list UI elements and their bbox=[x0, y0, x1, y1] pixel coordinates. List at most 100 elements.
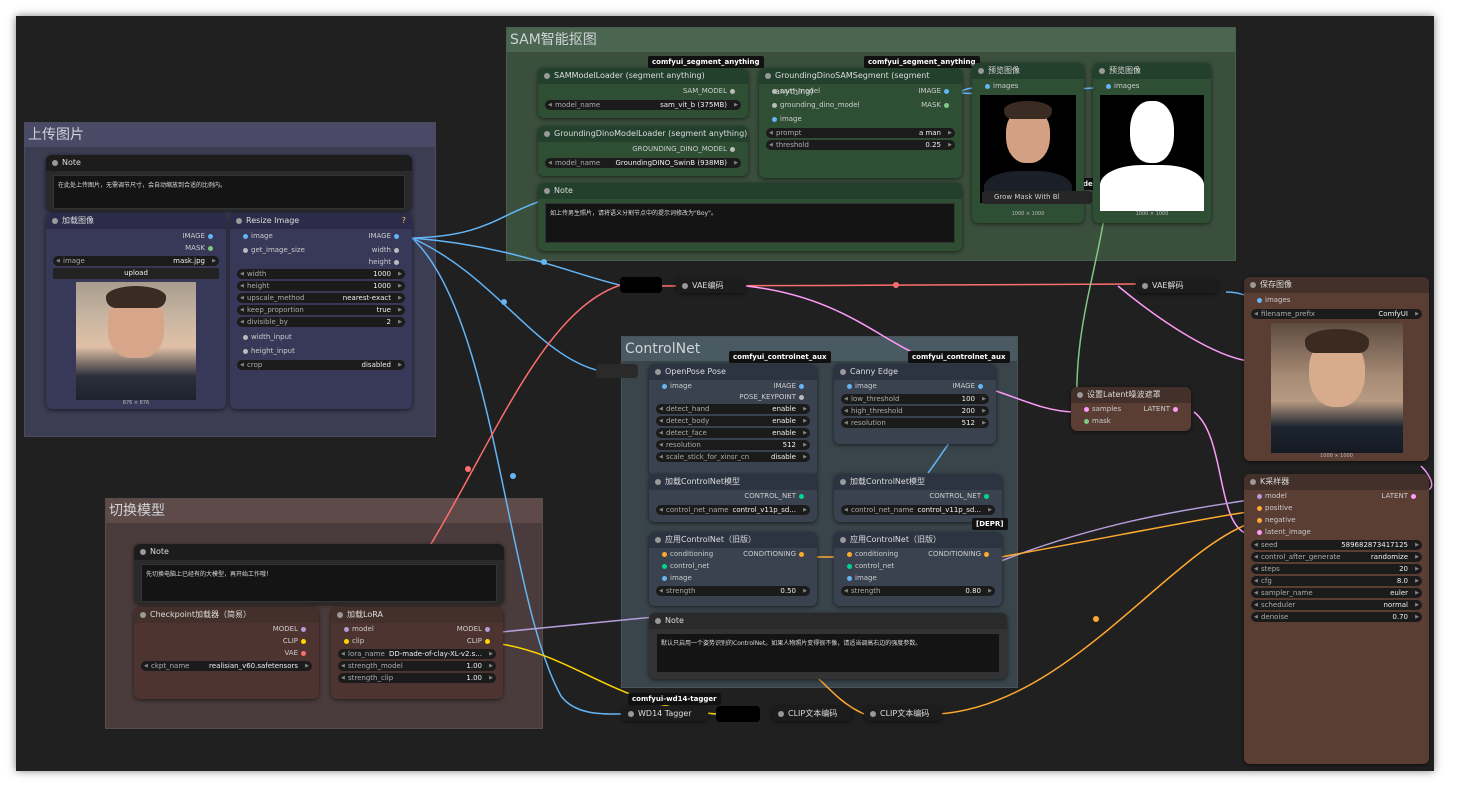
sam-model-name-widget[interactable]: model_namesam_vit_b (375MB) bbox=[545, 100, 741, 110]
high-threshold-widget[interactable]: high_threshold200 bbox=[841, 406, 989, 416]
output-pin[interactable] bbox=[944, 88, 949, 94]
upscale-method-widget[interactable]: upscale_methodnearest-exact bbox=[237, 293, 405, 303]
strength-clip-widget[interactable]: strength_clip1.00 bbox=[338, 673, 496, 683]
clip-text-encode-node[interactable]: CLIP文本编码 bbox=[864, 706, 942, 721]
denoise-widget[interactable]: denoise0.70 bbox=[1251, 612, 1422, 622]
checkpoint-loader-node[interactable]: Checkpoint加载器（简易） MODEL CLIP VAE ckpt_na… bbox=[134, 607, 319, 699]
input-pin[interactable] bbox=[344, 638, 349, 644]
note-node-controlnet[interactable]: Note 默认只启用一个姿势识别的ControlNet。如果人物照片变得很不像，… bbox=[649, 613, 1007, 679]
help-icon[interactable]: ? bbox=[402, 216, 406, 225]
vae-encode-node[interactable]: VAE编码 bbox=[676, 278, 746, 293]
upload-button[interactable]: upload bbox=[53, 268, 219, 279]
input-pin[interactable] bbox=[847, 383, 852, 389]
output-pin[interactable] bbox=[799, 394, 804, 400]
reroute-node[interactable] bbox=[596, 364, 638, 378]
input-pin[interactable] bbox=[662, 551, 667, 557]
note-node-switch-model[interactable]: Note 先切换电脑上已经有的大模型，再开始工作哦！ bbox=[134, 544, 504, 604]
sam-model-loader-node[interactable]: SAMModelLoader (segment anything) SAM_MO… bbox=[538, 68, 748, 118]
height-widget[interactable]: height1000 bbox=[237, 281, 405, 291]
reroute-node[interactable] bbox=[716, 706, 760, 722]
divisible-by-widget[interactable]: divisible_by2 bbox=[237, 317, 405, 327]
output-pin[interactable] bbox=[301, 638, 306, 644]
load-controlnet-node[interactable]: 加载ControlNet模型 CONTROL_NET control_net_n… bbox=[834, 474, 1002, 522]
output-pin[interactable] bbox=[799, 493, 804, 499]
controlnet-name-widget[interactable]: control_net_namecontrol_v11p_sd... bbox=[841, 505, 995, 515]
input-pin[interactable] bbox=[243, 348, 248, 354]
output-pin[interactable] bbox=[1173, 406, 1178, 412]
apply-controlnet-node[interactable]: 应用ControlNet（旧版） conditioning CONDITIONIN… bbox=[649, 532, 817, 606]
output-pin[interactable] bbox=[978, 383, 983, 389]
note-text[interactable]: 在此处上传图片，无需调节尺寸，会自动缩放到合适的比例内。 bbox=[53, 175, 405, 209]
input-pin[interactable] bbox=[662, 575, 667, 581]
resolution-widget[interactable]: resolution512 bbox=[841, 418, 989, 428]
scheduler-widget[interactable]: schedulernormal bbox=[1251, 600, 1422, 610]
detect-face-widget[interactable]: detect_faceenable bbox=[656, 428, 810, 438]
keep-proportion-toggle[interactable]: keep_proportiontrue bbox=[237, 305, 405, 315]
output-pin[interactable] bbox=[394, 233, 399, 239]
dino-model-name-widget[interactable]: model_nameGroundingDINO_SwinB (938MB) bbox=[545, 158, 741, 168]
preview-image-node[interactable]: 预览图像 images 1000 × 1000 bbox=[1093, 63, 1211, 223]
output-pin[interactable] bbox=[984, 551, 989, 557]
load-image-node[interactable]: 加载图像 IMAGE MASK imagemask.jpg upload 876… bbox=[46, 213, 226, 409]
output-pin[interactable] bbox=[485, 638, 490, 644]
prompt-widget[interactable]: prompta man bbox=[766, 128, 955, 138]
input-pin[interactable] bbox=[1257, 517, 1262, 523]
image-select[interactable]: imagemask.jpg bbox=[53, 256, 219, 266]
low-threshold-widget[interactable]: low_threshold100 bbox=[841, 394, 989, 404]
strength-model-widget[interactable]: strength_model1.00 bbox=[338, 661, 496, 671]
load-controlnet-node[interactable]: 加载ControlNet模型 CONTROL_NET control_net_n… bbox=[649, 474, 817, 522]
input-pin[interactable] bbox=[344, 626, 349, 632]
output-pin[interactable] bbox=[208, 233, 213, 239]
ksampler-node[interactable]: K采样器 model LATENT positive negative laten… bbox=[1244, 474, 1429, 764]
strength-widget[interactable]: strength0.80 bbox=[841, 586, 995, 596]
input-pin[interactable] bbox=[847, 575, 852, 581]
input-pin[interactable] bbox=[772, 116, 777, 122]
filename-prefix-widget[interactable]: filename_prefixComfyUI bbox=[1251, 309, 1422, 319]
threshold-widget[interactable]: threshold0.25 bbox=[766, 140, 955, 150]
wd14-tagger-node[interactable]: WD14 Tagger bbox=[622, 706, 708, 721]
note-text[interactable]: 先切换电脑上已经有的大模型，再开始工作哦！ bbox=[141, 564, 497, 602]
reroute-node[interactable] bbox=[620, 277, 662, 293]
detect-hand-widget[interactable]: detect_handenable bbox=[656, 404, 810, 414]
width-widget[interactable]: width1000 bbox=[237, 269, 405, 279]
input-pin[interactable] bbox=[243, 247, 248, 253]
output-pin[interactable] bbox=[799, 383, 804, 389]
input-pin[interactable] bbox=[1106, 83, 1111, 89]
lora-name-widget[interactable]: lora_nameDD-made-of-clay-XL-v2.s... bbox=[338, 649, 496, 659]
input-pin[interactable] bbox=[772, 88, 777, 94]
set-latent-noise-mask-node[interactable]: 设置Latent噪波遮罩 samples LATENT mask bbox=[1071, 387, 1191, 431]
detect-body-widget[interactable]: detect_bodyenable bbox=[656, 416, 810, 426]
input-pin[interactable] bbox=[772, 102, 777, 108]
output-pin[interactable] bbox=[208, 245, 213, 251]
clip-text-encode-node[interactable]: CLIP文本编码 bbox=[772, 706, 852, 721]
strength-widget[interactable]: strength0.50 bbox=[656, 586, 810, 596]
input-pin[interactable] bbox=[1257, 529, 1262, 535]
output-pin[interactable] bbox=[799, 551, 804, 557]
output-pin[interactable] bbox=[984, 493, 989, 499]
comfyui-canvas[interactable]: 上传图片 SAM智能抠图 ControlNet 切换模型 comfyui_seg… bbox=[16, 16, 1434, 771]
input-pin[interactable] bbox=[1084, 418, 1089, 424]
output-pin[interactable] bbox=[394, 247, 399, 253]
vae-decode-node[interactable]: VAE解码 bbox=[1136, 278, 1218, 293]
resolution-widget[interactable]: resolution512 bbox=[656, 440, 810, 450]
cfg-widget[interactable]: cfg8.0 bbox=[1251, 576, 1422, 586]
input-pin[interactable] bbox=[662, 383, 667, 389]
output-pin[interactable] bbox=[301, 626, 306, 632]
grounding-dino-loader-node[interactable]: GroundingDinoModelLoader (segment anythi… bbox=[538, 126, 748, 176]
input-pin[interactable] bbox=[985, 83, 990, 89]
grounding-dino-sam-segment-node[interactable]: GroundingDinoSAMSegment (segment anythin… bbox=[759, 68, 962, 178]
input-pin[interactable] bbox=[1257, 297, 1262, 303]
input-pin[interactable] bbox=[243, 334, 248, 340]
resize-image-node[interactable]: Resize Image ? image IMAGE get_image_size… bbox=[230, 213, 412, 409]
output-pin[interactable] bbox=[485, 626, 490, 632]
note-text[interactable]: 默认只启用一个姿势识别的ControlNet。如果人物照片变得很不像，请适当调高… bbox=[656, 633, 1000, 673]
note-text[interactable]: 如上传男生照片，请将语义分割节点中的提示词修改为"Boy"。 bbox=[545, 203, 955, 243]
scale-stick-widget[interactable]: scale_stick_for_xinsr_cndisable bbox=[656, 452, 810, 462]
output-pin[interactable] bbox=[730, 88, 735, 94]
input-pin[interactable] bbox=[1084, 406, 1089, 412]
save-image-node[interactable]: 保存图像 images filename_prefixComfyUI 1000 … bbox=[1244, 277, 1429, 461]
note-node-upload[interactable]: Note 在此处上传图片，无需调节尺寸，会自动缩放到合适的比例内。 bbox=[46, 155, 412, 211]
controlnet-name-widget[interactable]: control_net_namecontrol_v11p_sd... bbox=[656, 505, 810, 515]
output-pin[interactable] bbox=[1411, 493, 1416, 499]
input-pin[interactable] bbox=[1257, 493, 1262, 499]
